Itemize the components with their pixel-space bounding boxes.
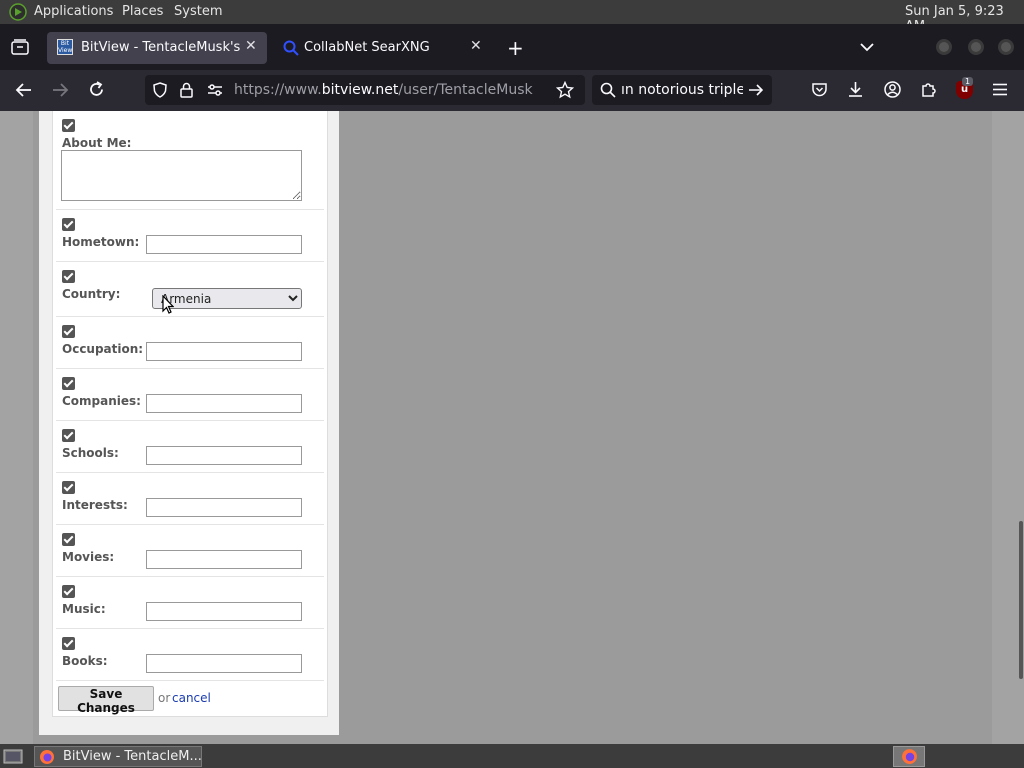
- search-icon: [600, 82, 616, 98]
- field-label: Music:: [62, 602, 106, 616]
- companies-input[interactable]: [146, 394, 302, 413]
- show-music-checkbox[interactable]: [62, 585, 75, 598]
- search-input[interactable]: ın notorious triple k: [621, 82, 743, 98]
- field-label: Movies:: [62, 550, 115, 564]
- page-content: About Me: Hometown: Country: Armenia Occ…: [0, 111, 1024, 744]
- tab-list-chevron-icon[interactable]: [860, 42, 874, 52]
- bitview-icon: Bit View: [57, 39, 73, 55]
- field-label: Books:: [62, 654, 108, 668]
- form-row-companies: Companies:: [56, 369, 324, 421]
- forward-arrow-icon[interactable]: [51, 82, 69, 98]
- profile-form: About Me: Hometown: Country: Armenia Occ…: [52, 111, 328, 717]
- form-row-music: Music:: [56, 577, 324, 629]
- tab-title: BitView - TentacleMusk's Ch: [81, 40, 241, 55]
- field-label: Interests:: [62, 498, 128, 512]
- field-label: About Me:: [62, 136, 132, 150]
- account-icon[interactable]: [884, 81, 901, 98]
- workspace-switcher[interactable]: [893, 746, 925, 767]
- form-row-movies: Movies:: [56, 525, 324, 577]
- ublock-badge: 1: [962, 77, 974, 86]
- url-text[interactable]: https://www.bitview.net/user/TentacleMus…: [234, 82, 533, 98]
- form-row-interests: Interests:: [56, 473, 324, 525]
- form-row-hometown: Hometown:: [56, 210, 324, 262]
- menu-system[interactable]: System: [174, 4, 222, 19]
- schools-input[interactable]: [146, 446, 302, 465]
- go-arrow-icon[interactable]: [748, 83, 764, 97]
- books-input[interactable]: [146, 654, 302, 673]
- taskbar-item-firefox[interactable]: BitView - TentacleM...: [34, 746, 202, 767]
- field-label: Schools:: [62, 446, 119, 460]
- show-about-checkbox[interactable]: [62, 119, 75, 132]
- extensions-puzzle-icon[interactable]: [920, 81, 937, 98]
- save-changes-button[interactable]: Save Changes: [58, 686, 154, 715]
- hometown-input[interactable]: [146, 235, 302, 254]
- show-companies-checkbox[interactable]: [62, 377, 75, 390]
- lock-icon[interactable]: [180, 82, 193, 98]
- cancel-link[interactable]: cancel: [172, 691, 211, 705]
- close-tab-icon[interactable]: ✕: [245, 38, 257, 54]
- distro-logo-icon[interactable]: [9, 3, 27, 21]
- page-margin-left: [0, 111, 33, 744]
- permissions-icon[interactable]: [207, 83, 223, 97]
- movies-input[interactable]: [146, 550, 302, 569]
- music-input[interactable]: [146, 602, 302, 621]
- window-minimize-icon[interactable]: [936, 39, 952, 55]
- menu-applications[interactable]: Applications: [34, 4, 113, 19]
- form-row-about: About Me:: [56, 111, 324, 210]
- form-row-occupation: Occupation:: [56, 317, 324, 369]
- search-bar[interactable]: ın notorious triple k: [592, 75, 772, 105]
- field-label: Hometown:: [62, 235, 140, 249]
- tab-overview-icon[interactable]: [11, 39, 29, 55]
- reload-icon[interactable]: [88, 81, 105, 98]
- occupation-input[interactable]: [146, 342, 302, 361]
- or-text: or: [158, 691, 171, 705]
- about-me-textarea[interactable]: [61, 150, 302, 201]
- hamburger-menu-icon[interactable]: [992, 83, 1008, 96]
- field-label: Country:: [62, 287, 121, 301]
- show-schools-checkbox[interactable]: [62, 429, 75, 442]
- system-menubar: Applications Places System Sun Jan 5, 9:…: [0, 0, 1024, 34]
- scrollbar-thumb[interactable]: [1019, 521, 1023, 679]
- show-interests-checkbox[interactable]: [62, 481, 75, 494]
- show-desktop-icon[interactable]: [3, 748, 23, 765]
- pocket-icon[interactable]: [811, 82, 828, 98]
- shield-icon[interactable]: [153, 82, 167, 98]
- firefox-icon: [40, 750, 54, 764]
- menu-places[interactable]: Places: [122, 4, 163, 19]
- show-books-checkbox[interactable]: [62, 637, 75, 650]
- mouse-cursor-icon: [162, 295, 174, 314]
- form-row-country: Country: Armenia: [56, 262, 324, 317]
- country-select[interactable]: Armenia: [152, 288, 302, 309]
- tab-title: CollabNet SearXNG: [304, 40, 430, 55]
- back-arrow-icon[interactable]: [15, 82, 33, 98]
- searxng-icon: [283, 40, 299, 56]
- window-close-icon[interactable]: [998, 39, 1014, 55]
- close-tab-icon[interactable]: ✕: [470, 38, 482, 54]
- field-label: Occupation:: [62, 342, 144, 356]
- tab-bitview[interactable]: BitView BitView - TentacleMusk's Ch ✕: [47, 32, 267, 64]
- show-occupation-checkbox[interactable]: [62, 325, 75, 338]
- show-movies-checkbox[interactable]: [62, 533, 75, 546]
- firefox-icon: [902, 749, 917, 764]
- show-country-checkbox[interactable]: [62, 270, 75, 283]
- tab-searxng[interactable]: CollabNet SearXNG ✕: [273, 32, 491, 64]
- bookmark-star-icon[interactable]: [556, 81, 574, 99]
- form-row-books: Books:: [56, 629, 324, 681]
- taskbar-item-title: BitView - TentacleM...: [63, 749, 202, 764]
- window-maximize-icon[interactable]: [968, 39, 984, 55]
- interests-input[interactable]: [146, 498, 302, 517]
- new-tab-icon[interactable]: +: [507, 36, 524, 60]
- form-row-schools: Schools:: [56, 421, 324, 473]
- downloads-icon[interactable]: [847, 81, 864, 98]
- field-label: Companies:: [62, 394, 141, 408]
- url-bar[interactable]: https://www.bitview.net/user/TentacleMus…: [145, 75, 585, 105]
- show-hometown-checkbox[interactable]: [62, 218, 75, 231]
